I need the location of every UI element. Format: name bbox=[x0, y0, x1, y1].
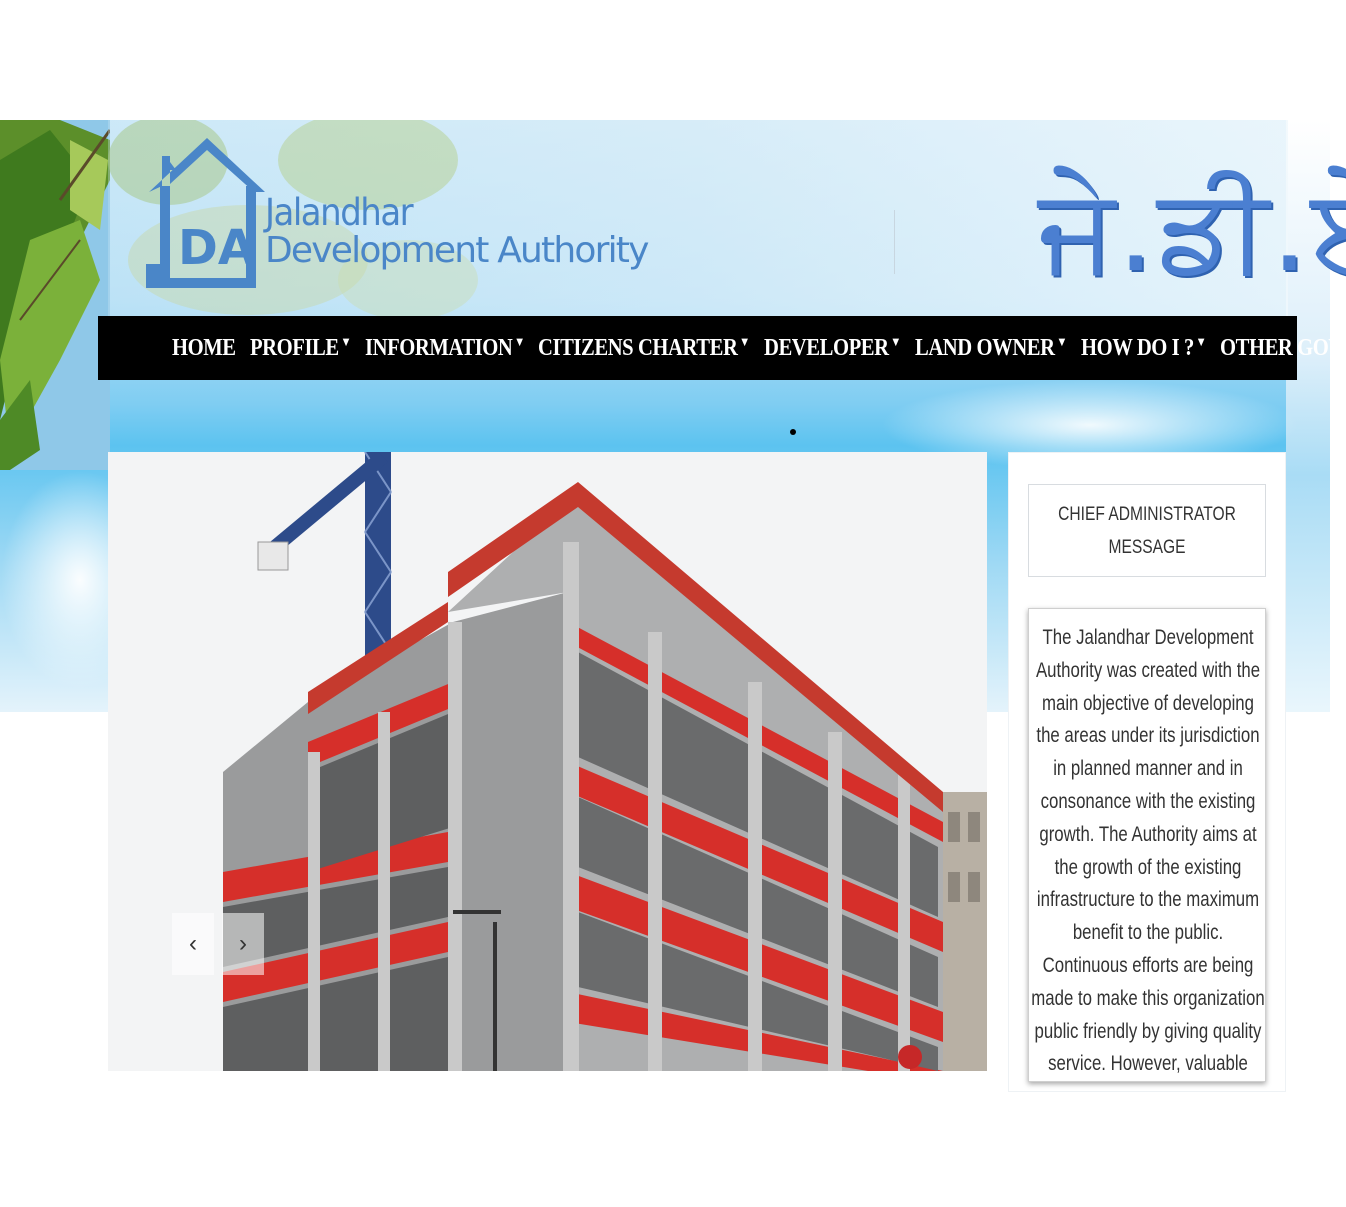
nav-item-developer[interactable]: DEVELOPER ▼ bbox=[764, 334, 915, 362]
message-button-label: CHIEF ADMINISTRATOR MESSAGE bbox=[1058, 503, 1236, 558]
nav-item-label: OTHER GOVT LINKS bbox=[1220, 334, 1346, 361]
dropdown-caret-icon: ▼ bbox=[513, 334, 525, 349]
chief-administrator-message-button[interactable]: CHIEF ADMINISTRATOR MESSAGE bbox=[1028, 484, 1266, 577]
slider-prev-button[interactable]: ‹ bbox=[172, 913, 214, 975]
logo-letters: DA bbox=[178, 220, 255, 276]
nav-item-label: LAND OWNER bbox=[915, 334, 1055, 361]
nav-item-label: HOME bbox=[172, 334, 236, 361]
jda-logo: DA bbox=[146, 138, 265, 288]
slider-next-button[interactable]: › bbox=[222, 913, 264, 975]
nav-item-label: HOW DO I ? bbox=[1081, 334, 1195, 361]
org-name-line1: Jalandhar bbox=[265, 191, 414, 235]
hero-slider bbox=[108, 452, 987, 1071]
organization-name: Jalandhar Development Authority bbox=[265, 191, 649, 271]
construction-building-image bbox=[108, 452, 987, 1071]
dropdown-caret-icon: ▼ bbox=[1056, 334, 1068, 349]
header-divider bbox=[894, 210, 895, 274]
message-text: The Jalandhar Development Authority was … bbox=[1031, 626, 1265, 1076]
nav-item-other-govt-links[interactable]: OTHER GOVT LINKS▼ bbox=[1220, 335, 1346, 362]
nav-list: HOME PROFILE ▼ INFORMATION ▼ CITIZENS CHARTER… bbox=[172, 316, 1346, 380]
nav-item-home[interactable]: HOME bbox=[172, 335, 250, 362]
tree-decoration bbox=[0, 120, 110, 470]
dropdown-caret-icon: ▼ bbox=[1195, 334, 1207, 349]
nav-item-label: DEVELOPER bbox=[764, 334, 889, 361]
nav-item-label: INFORMATION bbox=[364, 334, 513, 361]
slider-indicator-dot[interactable] bbox=[790, 429, 796, 435]
dropdown-caret-icon: ▼ bbox=[890, 334, 902, 349]
dropdown-caret-icon: ▼ bbox=[739, 334, 751, 349]
nav-item-label: CITIZENS CHARTER bbox=[538, 334, 738, 361]
nav-item-label: PROFILE bbox=[249, 334, 339, 361]
dropdown-caret-icon: ▼ bbox=[340, 334, 351, 349]
main-navigation: HOME PROFILE ▼ INFORMATION ▼ CITIZENS CHARTER… bbox=[98, 316, 1346, 380]
nav-item-profile[interactable]: PROFILE ▼ bbox=[249, 334, 365, 362]
nav-item-information[interactable]: INFORMATION ▼ bbox=[364, 334, 539, 362]
nav-item-land-owner[interactable]: LAND OWNER ▼ bbox=[915, 334, 1081, 362]
message-box[interactable]: The Jalandhar Development Authority was … bbox=[1028, 608, 1266, 1082]
site-header: DA Jalandhar Development Authority ਜੇ.ਡੀ… bbox=[108, 120, 1346, 316]
page: DA Jalandhar Development Authority ਜੇ.ਡੀ… bbox=[0, 0, 1346, 1207]
org-name-line2: Development Authority bbox=[265, 230, 649, 271]
nav-item-how-do-i[interactable]: HOW DO I ? ▼ bbox=[1081, 334, 1220, 362]
nav-item-citizens-charter[interactable]: CITIZENS CHARTER ▼ bbox=[538, 334, 764, 362]
punjabi-name: ਜੇ.ਡੀ.ਏ. bbox=[1038, 160, 1346, 298]
